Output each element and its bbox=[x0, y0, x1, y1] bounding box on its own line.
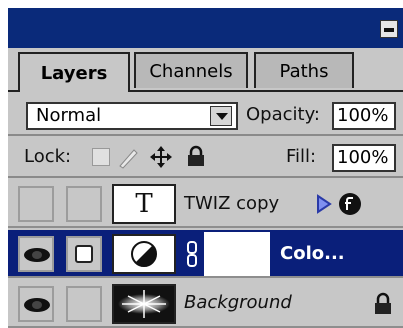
layer-mask-thumbnail[interactable] bbox=[204, 232, 270, 276]
lock-row: Lock: Fill: 100% bbox=[8, 136, 403, 178]
text-layer-thumbnail: T bbox=[112, 184, 176, 224]
tab-label: Channels bbox=[149, 60, 233, 82]
link-toggle[interactable] bbox=[66, 186, 102, 222]
expand-effects-icon[interactable] bbox=[316, 194, 332, 214]
eye-icon bbox=[24, 248, 50, 262]
mask-indicator[interactable] bbox=[66, 236, 102, 272]
fill-label: Fill: bbox=[286, 146, 317, 167]
layer-name[interactable]: Background bbox=[184, 292, 292, 313]
minimize-button[interactable] bbox=[380, 20, 398, 38]
layer-row-twiz-copy[interactable]: T TWIZ copy bbox=[8, 180, 403, 228]
layer-mask-icon bbox=[75, 245, 93, 263]
lock-transparent-pixels-icon[interactable] bbox=[92, 148, 110, 166]
layer-effects-icon[interactable] bbox=[338, 192, 362, 216]
tab-paths[interactable]: Paths bbox=[254, 52, 354, 88]
layers-palette: Layers Channels Paths Normal Opacity: 10… bbox=[8, 8, 403, 328]
mask-link-icon[interactable] bbox=[186, 240, 198, 268]
eye-icon bbox=[24, 298, 50, 312]
minimize-icon bbox=[384, 28, 394, 32]
blend-mode-select[interactable]: Normal bbox=[26, 102, 238, 130]
blend-row: Normal Opacity: 100% bbox=[8, 92, 403, 136]
lock-position-icon[interactable] bbox=[148, 144, 174, 170]
fill-input[interactable]: 100% bbox=[332, 144, 396, 172]
lock-image-pixels-icon[interactable] bbox=[116, 144, 142, 170]
layer-name[interactable]: Colo... bbox=[280, 243, 345, 264]
chevron-down-icon[interactable] bbox=[210, 106, 232, 126]
blend-mode-value: Normal bbox=[36, 105, 102, 126]
layer-row-background[interactable]: Background bbox=[8, 280, 403, 328]
text-layer-icon: T bbox=[135, 189, 153, 219]
tab-label: Layers bbox=[40, 62, 108, 84]
palette-title-bar[interactable] bbox=[8, 8, 403, 48]
tab-layers[interactable]: Layers bbox=[18, 52, 130, 92]
adjustment-layer-thumbnail bbox=[112, 234, 176, 274]
lock-label: Lock: bbox=[24, 146, 72, 167]
layer-row-colo[interactable]: Colo... bbox=[8, 230, 403, 278]
lock-all-icon[interactable] bbox=[184, 144, 208, 168]
layer-name[interactable]: TWIZ copy bbox=[184, 193, 279, 214]
opacity-label: Opacity: bbox=[246, 104, 320, 125]
opacity-input[interactable]: 100% bbox=[332, 102, 396, 130]
tab-label: Paths bbox=[279, 60, 329, 82]
tab-channels[interactable]: Channels bbox=[134, 52, 248, 88]
visibility-toggle[interactable] bbox=[18, 236, 54, 272]
visibility-toggle[interactable] bbox=[18, 186, 54, 222]
background-image-preview bbox=[118, 290, 170, 318]
opacity-value: 100% bbox=[337, 105, 389, 126]
background-thumbnail bbox=[112, 284, 176, 324]
fill-value: 100% bbox=[337, 147, 389, 168]
tab-row: Layers Channels Paths bbox=[8, 48, 403, 92]
link-toggle[interactable] bbox=[66, 286, 102, 322]
visibility-toggle[interactable] bbox=[18, 286, 54, 322]
adjustment-layer-icon bbox=[131, 241, 157, 267]
lock-icon bbox=[375, 292, 391, 314]
